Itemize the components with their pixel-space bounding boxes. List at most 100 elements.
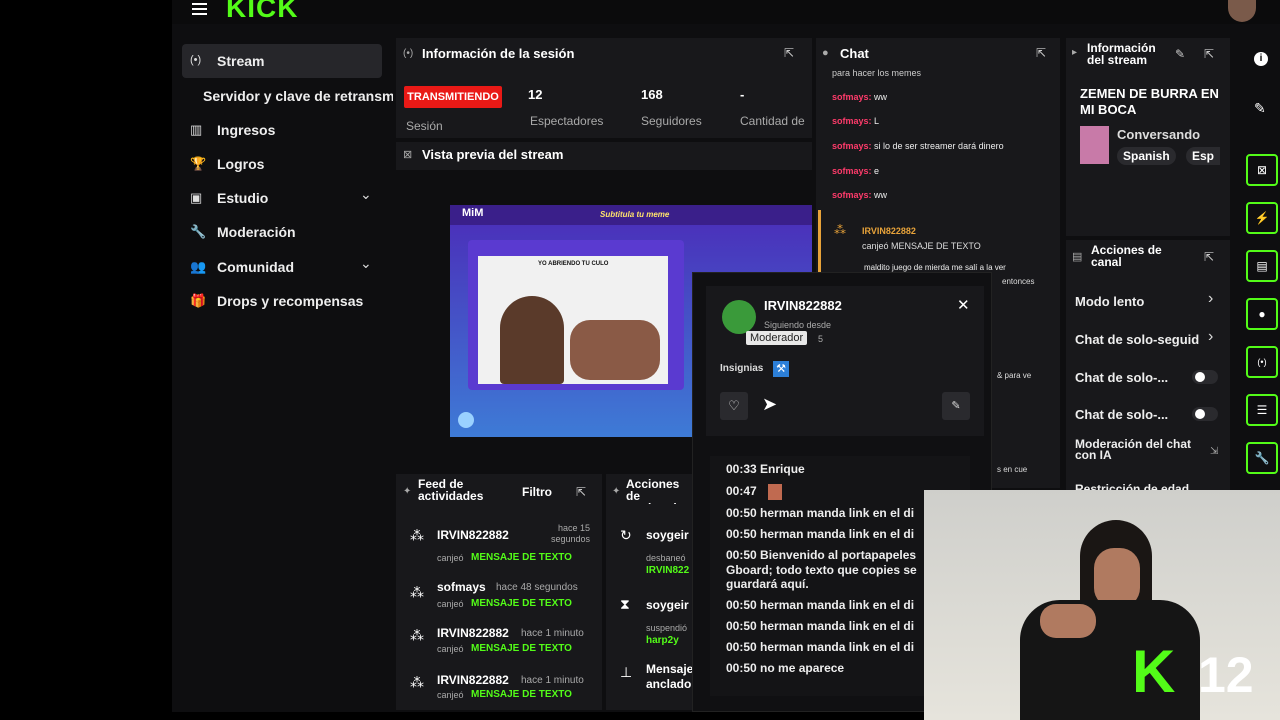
broadcast-icon: (•): [190, 54, 202, 66]
age-restriction-row[interactable]: Restricción de edad: [1075, 482, 1189, 490]
kick-k-logo: K: [1132, 638, 1176, 705]
feed-user[interactable]: IRVIN822882: [437, 673, 509, 687]
chat-icon: ●: [822, 47, 829, 59]
preview-icon: ⊠: [403, 149, 413, 161]
tag[interactable]: Spanish: [1117, 147, 1176, 165]
feed-user[interactable]: sofmays: [437, 580, 486, 594]
sidebar-item-logros[interactable]: Logros: [217, 156, 264, 172]
user-avatar[interactable]: [722, 300, 756, 334]
chat-user[interactable]: sofmays:: [832, 166, 872, 176]
chat-message: sofmays: si lo de ser streamer dará dine…: [832, 141, 1004, 151]
chevron-right-icon[interactable]: ›: [1208, 290, 1213, 308]
filter-button[interactable]: Filtro: [522, 485, 552, 499]
sidebar-item-label: Stream: [217, 53, 265, 69]
stream-info-title: Información del stream: [1087, 41, 1156, 67]
popout-icon[interactable]: ⇱: [784, 46, 794, 60]
message-row: 00:50 herman manda link en el di: [726, 527, 915, 541]
feed-action: canjeó: [437, 599, 464, 609]
feed-action: canjeó: [437, 644, 464, 654]
feed-reward: MENSAJE DE TEXTO: [471, 643, 572, 654]
feed-reward: MENSAJE DE TEXTO: [471, 598, 572, 609]
mod-user[interactable]: Mensaje: [646, 662, 692, 676]
slow-mode-row[interactable]: Modo lento: [1075, 294, 1144, 309]
moderator-badge-icon[interactable]: ⚒: [773, 361, 789, 377]
chevron-right-icon[interactable]: ›: [1208, 328, 1213, 346]
sidebar-item-moderacion[interactable]: Moderación: [217, 224, 296, 240]
redeem-user[interactable]: IRVIN822882: [862, 226, 916, 236]
session-label: Sesión: [406, 119, 443, 133]
chat-user[interactable]: sofmays:: [832, 116, 872, 126]
followers-label: Seguidores: [641, 114, 702, 128]
stack-icon[interactable]: ☰: [1246, 394, 1278, 426]
webcam-viewer-count: 12: [1198, 647, 1254, 703]
chevron-down-icon[interactable]: ⌄: [360, 186, 372, 203]
ai-moderation-row[interactable]: Moderación del chat con IA: [1075, 438, 1205, 461]
message-row: 00:50 no me aparece: [726, 661, 845, 675]
screen-icon[interactable]: ⊠: [1246, 154, 1278, 186]
chat-title: Chat: [840, 46, 869, 61]
moderator-tooltip: Moderador: [746, 331, 808, 345]
chat-message: sofmays: e: [832, 166, 879, 176]
popout-icon[interactable]: ⇱: [1036, 46, 1046, 60]
channel-actions-title: Acciones de canal: [1091, 243, 1162, 269]
mod-user[interactable]: soygeir: [646, 528, 692, 542]
mod-actions-title: Acciones de moderador: [626, 478, 689, 504]
cursor-icon: ➤: [762, 394, 778, 414]
feed-icon: ✦: [403, 486, 412, 497]
popout-icon[interactable]: ⇱: [576, 485, 586, 499]
mod-target: IRVIN822: [646, 565, 690, 576]
sidebar-item-estudio[interactable]: Estudio: [217, 190, 268, 206]
message-row: 00:50 herman manda link en el di: [726, 619, 915, 633]
sidebar-item-ingresos[interactable]: Ingresos: [217, 122, 275, 138]
mod-user[interactable]: soygeir: [646, 598, 692, 612]
close-icon[interactable]: ✕: [957, 296, 970, 314]
chat-user[interactable]: sofmays:: [832, 190, 872, 200]
live-badge: TRANSMITIENDO: [404, 86, 502, 108]
feed-action: canjeó: [437, 690, 464, 700]
info-icon[interactable]: i: [1254, 52, 1268, 66]
chat-icon[interactable]: ●: [1246, 298, 1278, 330]
redeem-icon: ⁂: [410, 627, 424, 643]
chat-message: sofmays: ww: [832, 92, 887, 102]
sidebar-item-comunidad[interactable]: Comunidad: [217, 259, 294, 275]
sidebar-item-server-key[interactable]: Servidor y clave de retransm: [203, 88, 393, 104]
emote-only-toggle[interactable]: [1192, 407, 1218, 421]
chevron-down-icon[interactable]: ⌄: [360, 255, 372, 272]
edit-icon[interactable]: ✎: [1175, 47, 1185, 61]
mod-tool-icon[interactable]: ✎: [942, 392, 970, 420]
kick-logo[interactable]: KICK: [226, 0, 298, 24]
followers-value: 168: [641, 87, 663, 102]
wrench-icon[interactable]: 🔧: [1246, 442, 1278, 474]
followers-only-row[interactable]: Chat de solo-seguid: [1075, 332, 1203, 347]
chat-text: e: [874, 166, 880, 176]
list-icon[interactable]: ▤: [1246, 250, 1278, 282]
sidebar-item-stream[interactable]: [182, 44, 382, 78]
message-row: 00:50 herman manda link en el di: [726, 506, 915, 520]
redeem-message-cont: entonces: [1002, 277, 1035, 286]
chat-text: ww: [874, 190, 888, 200]
redeem-message: maldito juego de mierda me salí a la ver: [864, 263, 1006, 272]
sidebar-item-drops[interactable]: Drops y recompensas: [217, 293, 363, 309]
broadcast-icon[interactable]: (•): [1246, 346, 1278, 378]
viewers-label: Espectadores: [530, 114, 604, 128]
chat-user[interactable]: sofmays:: [832, 92, 872, 102]
feed-user[interactable]: IRVIN822882: [437, 626, 509, 640]
following-since: Siguiendo desde: [764, 320, 832, 330]
feed-user[interactable]: IRVIN822882: [437, 528, 509, 542]
lightning-icon[interactable]: ⚡: [1246, 202, 1278, 234]
menu-icon[interactable]: [192, 0, 208, 16]
tag[interactable]: Esp: [1186, 147, 1220, 165]
drops-icon: 🎁: [190, 293, 207, 308]
sub-only-toggle[interactable]: [1192, 370, 1218, 384]
edit-icon[interactable]: ✎: [1254, 100, 1266, 117]
heart-icon[interactable]: ♡: [720, 392, 748, 420]
mim-logo: MiM: [462, 207, 484, 219]
chat-text: ww: [874, 92, 888, 102]
popout-icon[interactable]: ⇱: [1204, 250, 1214, 264]
popout-icon[interactable]: ⇱: [1204, 47, 1214, 61]
chat-fragment: & para ve: [997, 371, 1032, 380]
chat-user[interactable]: sofmays:: [832, 141, 872, 151]
pin-icon: ⊥: [620, 664, 633, 680]
trophy-icon: 🏆: [190, 156, 207, 171]
amount-value: -: [740, 87, 745, 102]
